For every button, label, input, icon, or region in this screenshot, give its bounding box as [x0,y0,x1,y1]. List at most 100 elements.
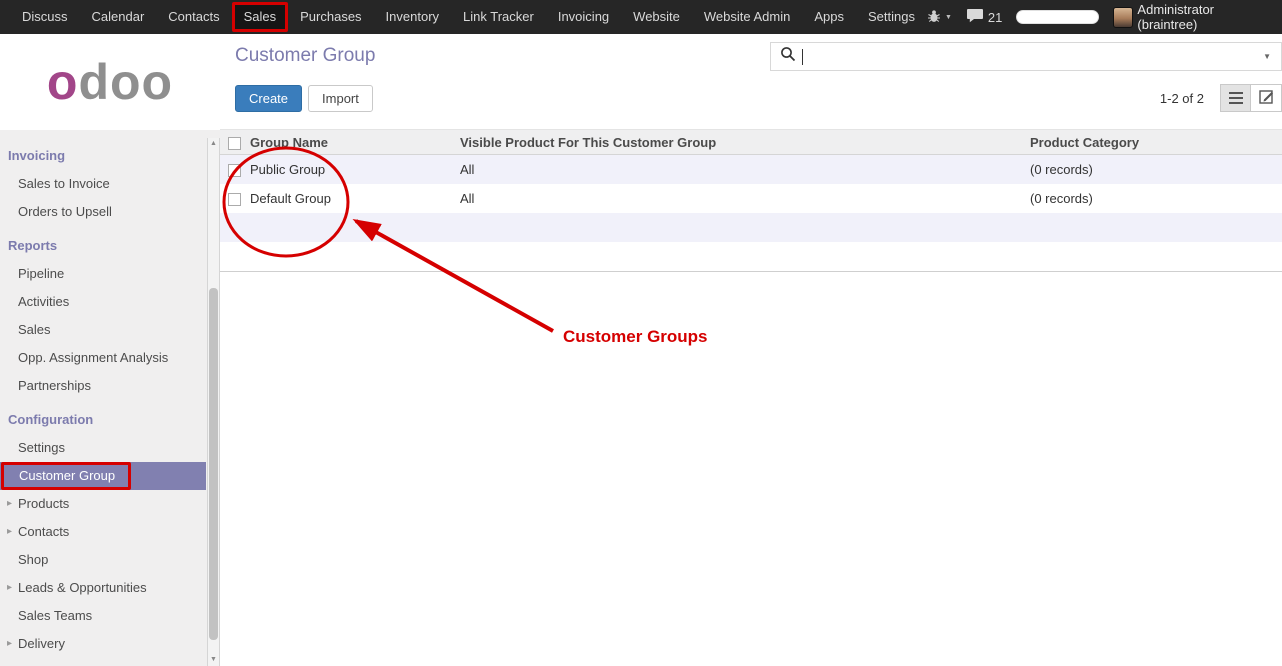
cell-visible-product: All [456,162,1026,177]
table-body: Public Group All (0 records) Default Gro… [220,155,1282,272]
empty-row [220,242,1282,271]
expand-caret-icon: ▸ [7,490,12,518]
scrollbar-thumb[interactable] [209,288,218,640]
menu-discuss[interactable]: Discuss [10,0,80,34]
view-switcher [1220,84,1282,112]
sidebar-item-sales[interactable]: Sales [0,316,206,344]
sidebar: odoo Invoicing Sales to Invoice Orders t… [0,34,220,666]
sidebar-section: Reports Pipeline Activities Sales Opp. A… [0,232,206,400]
sidebar-item-leads-opportunities[interactable]: ▸ Leads & Opportunities [0,574,206,602]
search-icon [780,46,796,67]
bug-icon [927,9,941,26]
sidebar-item-sales-to-invoice[interactable]: Sales to Invoice [0,170,206,198]
col-header-group-name[interactable]: Group Name [246,135,456,150]
sidebar-item-label: Products [18,496,69,511]
pager: 1-2 of 2 [1160,91,1204,106]
messages-button[interactable]: 21 [966,8,1002,26]
table-row[interactable]: Default Group All (0 records) [220,184,1282,213]
row-select-cell [220,162,246,177]
sidebar-item-sales-teams[interactable]: Sales Teams [0,602,206,630]
table-row[interactable]: Public Group All (0 records) [220,155,1282,184]
sidebar-section: Invoicing Sales to Invoice Orders to Ups… [0,142,206,226]
main-content: Customer Group ▼ Create Import 1-2 of 2 [220,34,1282,666]
menu-inventory[interactable]: Inventory [374,0,451,34]
sidebar-section-reports: Reports [0,232,206,260]
menu-website[interactable]: Website [621,0,692,34]
user-menu[interactable]: Administrator (braintree) [1113,2,1272,32]
menu-calendar[interactable]: Calendar [80,0,157,34]
select-all-checkbox[interactable] [228,137,241,150]
sidebar-item-opp-assignment-analysis[interactable]: Opp. Assignment Analysis [0,344,206,372]
list-view: Group Name Visible Product For This Cust… [220,129,1282,272]
debug-caret-icon: ▼ [945,14,952,21]
timer-bar [1016,10,1099,24]
topbar: Discuss Calendar Contacts Sales Purchase… [0,0,1282,34]
cell-group-name: Default Group [246,191,456,206]
sidebar-item-settings[interactable]: Settings [0,434,206,462]
search-box[interactable]: ▼ [770,42,1282,71]
odoo-backend: { "colors": { "annotation": "#d50000", "… [0,0,1282,666]
row-select-cell [220,191,246,206]
menu-link-tracker[interactable]: Link Tracker [451,0,546,34]
import-button[interactable]: Import [308,85,373,112]
sidebar-item-label: Leads & Opportunities [18,580,147,595]
debug-menu-button[interactable]: ▼ [927,9,952,26]
chat-bubble-icon [966,8,984,26]
sidebar-section: Configuration Settings Customer Group ▸P… [0,406,206,658]
sidebar-item-contacts[interactable]: ▸ Contacts [0,518,206,546]
sidebar-item-partnerships[interactable]: Partnerships [0,372,206,400]
sidebar-menu: Invoicing Sales to Invoice Orders to Ups… [0,130,206,658]
avatar [1113,7,1133,28]
cell-product-category: (0 records) [1026,162,1282,177]
sidebar-scrollbar[interactable]: ▲ ▼ [207,138,220,666]
sidebar-item-label: Contacts [18,524,69,539]
scroll-up-icon[interactable]: ▲ [208,138,219,150]
sidebar-item-activities[interactable]: Activities [0,288,206,316]
menu-apps[interactable]: Apps [802,0,856,34]
list-icon [1229,92,1243,94]
sidebar-item-products[interactable]: ▸ Products [0,490,206,518]
col-header-product-category[interactable]: Product Category [1026,135,1282,150]
row-checkbox[interactable] [228,164,241,177]
expand-caret-icon: ▸ [7,518,12,546]
form-view-button[interactable] [1251,84,1282,112]
col-header-visible-product[interactable]: Visible Product For This Customer Group [456,135,1026,150]
sidebar-item-label: Customer Group [19,468,115,483]
empty-row [220,213,1282,242]
menu-invoicing[interactable]: Invoicing [546,0,621,34]
annotation-box-customer-group: Customer Group [1,462,131,490]
sidebar-section-invoicing: Invoicing [0,142,206,170]
user-name: Administrator (braintree) [1137,2,1272,32]
menu-contacts[interactable]: Contacts [156,0,231,34]
sidebar-item-shop[interactable]: Shop [0,546,206,574]
sidebar-item-customer-group[interactable]: Customer Group [0,462,206,490]
expand-caret-icon: ▸ [7,574,12,602]
topbar-right: ▼ 21 Administrator (braintree) [927,2,1282,32]
cell-product-category: (0 records) [1026,191,1282,206]
menu-settings[interactable]: Settings [856,0,927,34]
table-header: Group Name Visible Product For This Cust… [220,129,1282,155]
search-dropdown-caret-icon[interactable]: ▼ [1263,52,1271,61]
menu-website-admin[interactable]: Website Admin [692,0,802,34]
logo-letter: o [47,53,79,111]
pager-area: 1-2 of 2 [1160,84,1282,112]
cell-group-name: Public Group [246,162,456,177]
control-panel-buttons: Create Import 1-2 of 2 [235,84,1282,112]
menu-purchases[interactable]: Purchases [288,0,373,34]
odoo-logo: odoo [0,34,220,130]
cell-visible-product: All [456,191,1026,206]
list-view-button[interactable] [1220,84,1251,112]
scroll-down-icon[interactable]: ▼ [208,654,219,666]
sidebar-item-orders-to-upsell[interactable]: Orders to Upsell [0,198,206,226]
select-all-cell [220,134,246,149]
menu-sales[interactable]: Sales [232,2,289,32]
messages-count: 21 [988,10,1002,25]
sidebar-item-delivery[interactable]: ▸Delivery [0,630,206,658]
expand-caret-icon: ▸ [7,630,12,658]
create-button[interactable]: Create [235,85,302,112]
logo-rest: doo [78,53,173,111]
search-input[interactable] [803,44,1263,69]
topbar-menu: Discuss Calendar Contacts Sales Purchase… [0,0,927,34]
sidebar-item-pipeline[interactable]: Pipeline [0,260,206,288]
row-checkbox[interactable] [228,193,241,206]
